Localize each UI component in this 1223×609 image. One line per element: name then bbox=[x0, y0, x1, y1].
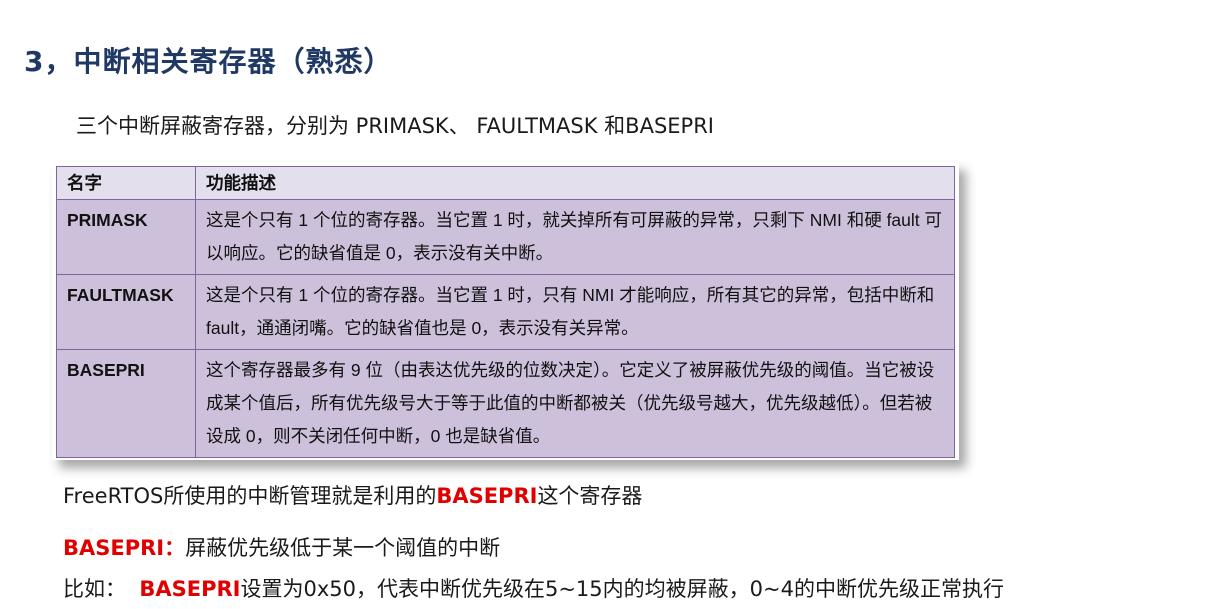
intro-text: 三个中断屏蔽寄存器，分别为 PRIMASK、 FAULTMASK 和BASEPR… bbox=[76, 114, 714, 138]
table-header-row: 名字 功能描述 bbox=[56, 166, 955, 200]
line1-pre: FreeRTOS所使用的中断管理就是利用的 bbox=[63, 484, 437, 508]
register-description: 这是个只有 1 个位的寄存器。当它置 1 时，只有 NMI 才能响应，所有其它的… bbox=[195, 274, 955, 350]
register-table: 名字 功能描述 PRIMASK 这是个只有 1 个位的寄存器。当它置 1 时，就… bbox=[56, 166, 955, 458]
header-name: 名字 bbox=[56, 166, 196, 200]
table-row: FAULTMASK 这是个只有 1 个位的寄存器。当它置 1 时，只有 NMI … bbox=[56, 274, 955, 350]
line3-pre: 比如： bbox=[63, 577, 140, 601]
register-name: FAULTMASK bbox=[56, 274, 196, 350]
register-description: 这是个只有 1 个位的寄存器。当它置 1 时，就关掉所有可屏蔽的异常，只剩下 N… bbox=[195, 199, 955, 275]
table-row: PRIMASK 这是个只有 1 个位的寄存器。当它置 1 时，就关掉所有可屏蔽的… bbox=[56, 199, 955, 275]
line3-post: 设置为0x50，代表中断优先级在5~15内的均被屏蔽，0~4的中断优先级正常执行 bbox=[240, 577, 1004, 601]
basepri-example-highlight: BASEPRI bbox=[139, 577, 241, 601]
basepri-highlight: BASEPRI bbox=[436, 484, 538, 508]
example-line: 比如： BASEPRI设置为0x50，代表中断优先级在5~15内的均被屏蔽，0~… bbox=[63, 573, 1004, 603]
register-name: BASEPRI bbox=[56, 349, 196, 458]
line2-post: 屏蔽优先级低于某一个阈值的中断 bbox=[185, 536, 501, 560]
table-row: BASEPRI 这个寄存器最多有 9 位（由表达优先级的位数决定）。它定义了被屏… bbox=[56, 349, 955, 458]
section-heading: 3，中断相关寄存器（熟悉） bbox=[24, 45, 393, 78]
basepri-definition-line: BASEPRI：屏蔽优先级低于某一个阈值的中断 bbox=[63, 532, 500, 562]
register-description: 这个寄存器最多有 9 位（由表达优先级的位数决定）。它定义了被屏蔽优先级的阈值。… bbox=[195, 349, 955, 458]
header-description: 功能描述 bbox=[195, 166, 955, 200]
line1-post: 这个寄存器 bbox=[537, 484, 643, 508]
register-table-figure: 名字 功能描述 PRIMASK 这是个只有 1 个位的寄存器。当它置 1 时，就… bbox=[52, 162, 959, 460]
basepri-label: BASEPRI： bbox=[63, 536, 186, 560]
register-name: PRIMASK bbox=[56, 199, 196, 275]
freertos-usage-line: FreeRTOS所使用的中断管理就是利用的BASEPRI这个寄存器 bbox=[63, 480, 642, 510]
